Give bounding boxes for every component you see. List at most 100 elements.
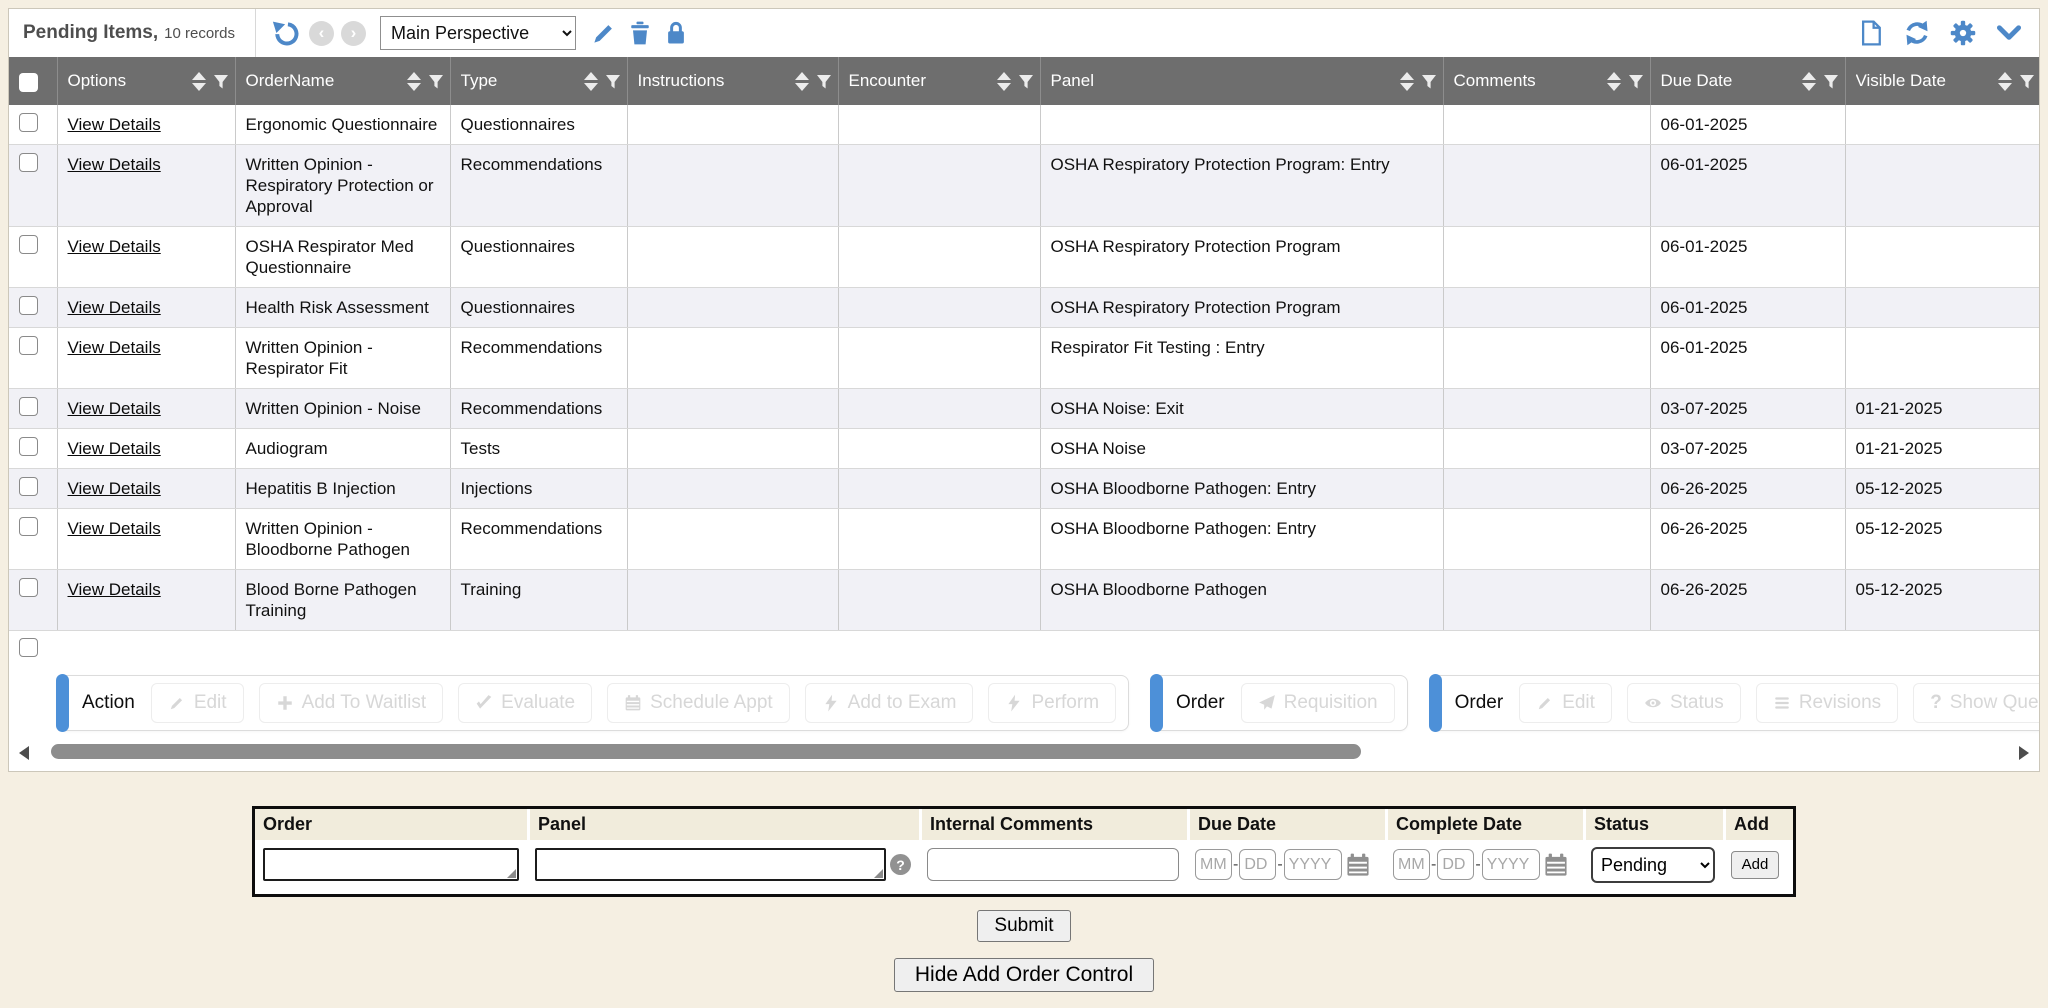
add-to-exam-button[interactable]: Add to Exam [805, 683, 974, 723]
row-checkbox[interactable] [19, 296, 38, 315]
sort-icon[interactable] [795, 72, 809, 91]
row-checkbox[interactable] [19, 477, 38, 496]
add-to-waitlist-button[interactable]: Add To Waitlist [259, 683, 444, 723]
view-details-link[interactable]: View Details [68, 237, 161, 256]
plus-icon [276, 694, 294, 712]
row-checkbox[interactable] [19, 437, 38, 456]
filter-funnel-icon[interactable] [213, 74, 229, 89]
gear-icon[interactable] [1947, 17, 1979, 49]
button-label: Requisition [1284, 692, 1378, 714]
column-header-instructions[interactable]: Instructions [627, 57, 838, 105]
scroll-left-arrow-icon[interactable] [19, 746, 29, 760]
panel-input[interactable] [535, 848, 886, 881]
scrollbar-thumb[interactable] [51, 744, 1361, 759]
trash-icon[interactable] [624, 17, 656, 49]
filter-funnel-icon[interactable] [1823, 74, 1839, 89]
filter-funnel-icon[interactable] [816, 74, 832, 89]
submit-button[interactable]: Submit [977, 910, 1070, 942]
column-header-type[interactable]: Type [450, 57, 627, 105]
filter-funnel-icon[interactable] [1421, 74, 1437, 89]
revisions-button[interactable]: Revisions [1756, 683, 1898, 723]
evaluate-button[interactable]: Evaluate [458, 683, 592, 723]
new-document-icon[interactable] [1855, 17, 1887, 49]
view-details-link[interactable]: View Details [68, 399, 161, 418]
filter-funnel-icon[interactable] [1628, 74, 1644, 89]
sort-icon[interactable] [1400, 72, 1414, 91]
status-button[interactable]: Status [1627, 683, 1741, 723]
column-header-options[interactable]: Options [57, 57, 235, 105]
perspective-select[interactable]: Main Perspective [380, 16, 576, 50]
complete-date-calendar-icon[interactable] [1543, 852, 1569, 878]
perform-button[interactable]: Perform [988, 683, 1116, 723]
column-header-visible_date[interactable]: Visible Date [1845, 57, 2040, 105]
cell-comments [1443, 288, 1650, 328]
row-checkbox[interactable] [19, 235, 38, 254]
edit-button[interactable]: Edit [1519, 683, 1612, 723]
chevron-down-icon[interactable] [1993, 17, 2025, 49]
sort-icon[interactable] [1802, 72, 1816, 91]
help-icon[interactable]: ? [890, 854, 911, 875]
status-select[interactable]: Pending [1591, 847, 1715, 883]
footer-checkbox[interactable] [19, 638, 38, 657]
pencil-icon[interactable] [588, 17, 620, 49]
order-input[interactable] [263, 848, 519, 881]
view-details-link[interactable]: View Details [68, 155, 161, 174]
filter-funnel-icon[interactable] [2019, 74, 2035, 89]
view-details-link[interactable]: View Details [68, 519, 161, 538]
edit-button[interactable]: Edit [151, 683, 244, 723]
cell-type: Questionnaires [450, 227, 627, 288]
due-date-mm-input[interactable] [1195, 849, 1232, 880]
lock-icon[interactable] [660, 17, 692, 49]
row-checkbox[interactable] [19, 153, 38, 172]
row-checkbox[interactable] [19, 517, 38, 536]
complete-date-dd-input[interactable] [1437, 849, 1474, 880]
table-row: View DetailsOSHA Respirator Med Question… [9, 227, 2040, 288]
row-checkbox[interactable] [19, 397, 38, 416]
column-header-due_date[interactable]: Due Date [1650, 57, 1845, 105]
sort-icon[interactable] [407, 72, 421, 91]
refresh-icon[interactable] [1901, 17, 1933, 49]
column-header-order_name[interactable]: OrderName [235, 57, 450, 105]
due-date-dd-input[interactable] [1239, 849, 1276, 880]
column-header-encounter[interactable]: Encounter [838, 57, 1040, 105]
select-all-checkbox[interactable] [19, 73, 38, 92]
view-details-link[interactable]: View Details [68, 439, 161, 458]
select-all-header[interactable] [9, 57, 57, 105]
nav-back-icon[interactable]: ‹ [309, 21, 334, 46]
horizontal-scrollbar[interactable] [15, 741, 2033, 765]
view-details-link[interactable]: View Details [68, 115, 161, 134]
due-date-calendar-icon[interactable] [1345, 852, 1371, 878]
view-details-link[interactable]: View Details [68, 298, 161, 317]
complete-date-mm-input[interactable] [1393, 849, 1430, 880]
row-checkbox[interactable] [19, 578, 38, 597]
view-details-link[interactable]: View Details [68, 338, 161, 357]
calendar-icon [624, 694, 642, 712]
cell-instructions [627, 227, 838, 288]
sort-icon[interactable] [192, 72, 206, 91]
requisition-button[interactable]: Requisition [1241, 683, 1395, 723]
sort-icon[interactable] [584, 72, 598, 91]
view-details-link[interactable]: View Details [68, 479, 161, 498]
schedule-appt-button[interactable]: Schedule Appt [607, 683, 790, 723]
hide-add-order-control-button[interactable]: Hide Add Order Control [894, 958, 1154, 992]
sort-icon[interactable] [1998, 72, 2012, 91]
filter-funnel-icon[interactable] [1018, 74, 1034, 89]
scroll-right-arrow-icon[interactable] [2019, 746, 2029, 760]
internal-comments-input[interactable] [927, 848, 1179, 881]
view-details-link[interactable]: View Details [68, 580, 161, 599]
row-checkbox[interactable] [19, 113, 38, 132]
filter-funnel-icon[interactable] [428, 74, 444, 89]
undo-icon[interactable] [270, 17, 302, 49]
column-header-panel[interactable]: Panel [1040, 57, 1443, 105]
cell-order_name: Hepatitis B Injection [235, 469, 450, 509]
sort-icon[interactable] [1607, 72, 1621, 91]
due-date-yyyy-input[interactable] [1284, 849, 1342, 880]
filter-funnel-icon[interactable] [605, 74, 621, 89]
complete-date-yyyy-input[interactable] [1482, 849, 1540, 880]
row-checkbox[interactable] [19, 336, 38, 355]
add-button[interactable]: Add [1731, 851, 1779, 879]
nav-forward-icon[interactable]: › [341, 21, 366, 46]
column-header-comments[interactable]: Comments [1443, 57, 1650, 105]
sort-icon[interactable] [997, 72, 1011, 91]
show-question-button[interactable]: ?Show Question [1913, 683, 2040, 723]
